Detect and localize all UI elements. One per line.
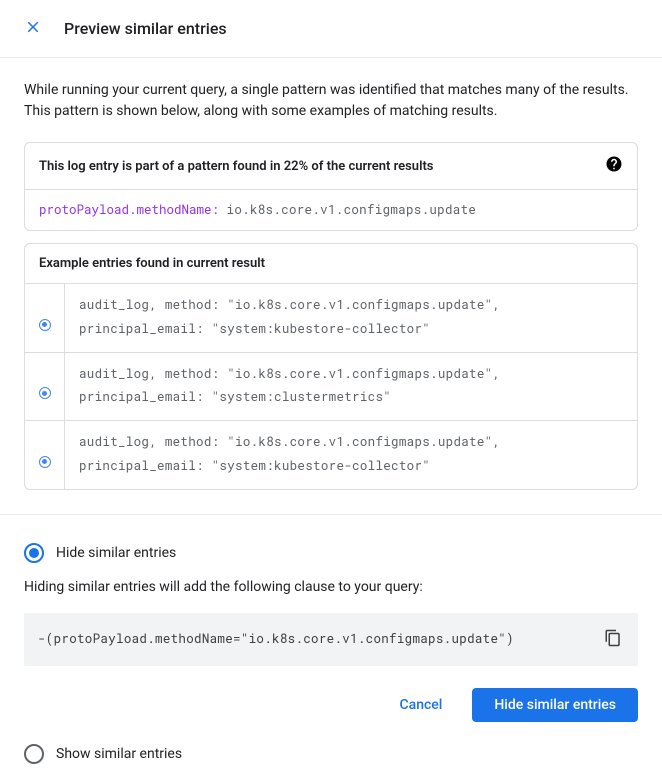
log-icon-cell: [25, 284, 65, 352]
close-icon: [24, 18, 42, 39]
show-similar-radio[interactable]: Show similar entries: [24, 744, 638, 764]
clause-box: -(protoPayload.methodName="io.k8s.core.v…: [24, 613, 638, 666]
radio-label: Hide similar entries: [56, 545, 176, 561]
pattern-card-header: This log entry is part of a pattern foun…: [25, 143, 637, 189]
dialog-actions: Cancel Hide similar entries: [24, 688, 638, 722]
hide-description: Hiding similar entries will add the foll…: [24, 579, 638, 595]
example-row: audit_log, method: "io.k8s.core.v1.confi…: [25, 352, 637, 421]
log-entry-icon: [39, 387, 51, 399]
examples-card: Example entries found in current result …: [24, 243, 638, 490]
close-button[interactable]: [20, 14, 46, 43]
example-row: audit_log, method: "io.k8s.core.v1.confi…: [25, 283, 637, 352]
cancel-button[interactable]: Cancel: [378, 688, 465, 722]
radio-unchecked-icon: [24, 744, 44, 764]
copy-icon: [604, 635, 622, 650]
intro-text: While running your current query, a sing…: [24, 80, 638, 122]
dialog-title: Preview similar entries: [64, 19, 227, 38]
help-icon[interactable]: [605, 155, 623, 177]
log-entry-icon: [39, 319, 51, 331]
radio-label: Show similar entries: [56, 746, 182, 762]
hide-similar-radio[interactable]: Hide similar entries: [24, 543, 638, 563]
log-icon-cell: [25, 421, 65, 489]
clause-text: -(protoPayload.methodName="io.k8s.core.v…: [38, 631, 514, 647]
log-entry-icon: [39, 456, 51, 468]
example-row: audit_log, method: "io.k8s.core.v1.confi…: [25, 420, 637, 489]
dialog-header: Preview similar entries: [0, 0, 662, 58]
hide-similar-button[interactable]: Hide similar entries: [472, 688, 638, 722]
radio-checked-icon: [24, 543, 44, 563]
pattern-value: io.k8s.core.v1.configmaps.update: [227, 202, 477, 218]
example-entry-text: audit_log, method: "io.k8s.core.v1.confi…: [65, 421, 637, 489]
example-entry-text: audit_log, method: "io.k8s.core.v1.confi…: [65, 353, 637, 421]
pattern-key: protoPayload.methodName:: [39, 202, 219, 218]
copy-button[interactable]: [602, 627, 624, 652]
pattern-line: protoPayload.methodName: io.k8s.core.v1.…: [25, 189, 637, 230]
example-entry-text: audit_log, method: "io.k8s.core.v1.confi…: [65, 284, 637, 352]
examples-card-title: Example entries found in current result: [39, 256, 265, 271]
log-icon-cell: [25, 353, 65, 421]
pattern-card-title: This log entry is part of a pattern foun…: [39, 159, 434, 174]
pattern-card: This log entry is part of a pattern foun…: [24, 142, 638, 231]
examples-card-header: Example entries found in current result: [25, 244, 637, 283]
